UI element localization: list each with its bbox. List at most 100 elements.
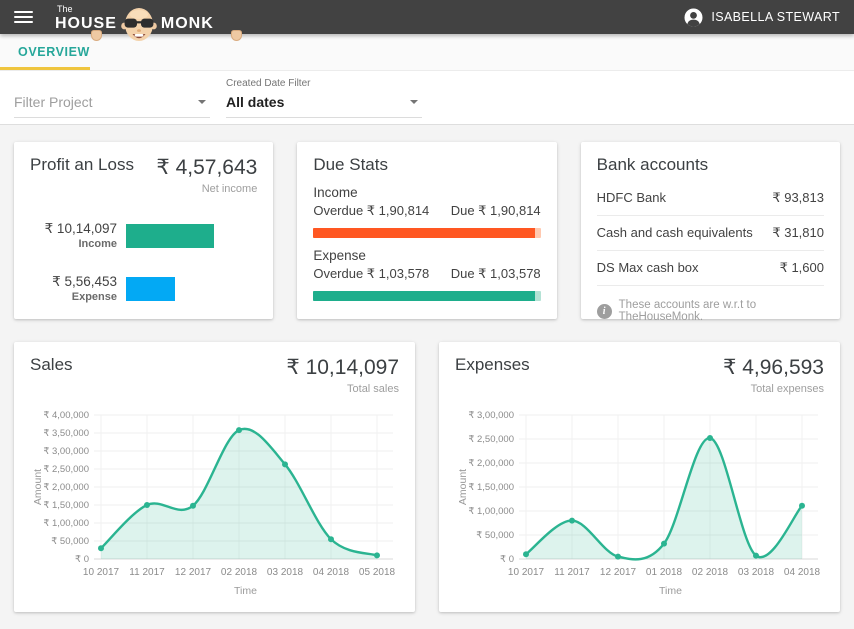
svg-text:₹ 50,000: ₹ 50,000 bbox=[51, 536, 89, 547]
brand-monk: MONK bbox=[161, 15, 214, 33]
due-expense-due: Due ₹ 1,03,578 bbox=[451, 266, 541, 282]
chevron-down-icon bbox=[198, 100, 206, 104]
svg-text:₹ 3,00,000: ₹ 3,00,000 bbox=[43, 446, 89, 457]
due-expense-overdue: Overdue ₹ 1,03,578 bbox=[313, 266, 429, 282]
date-filter-field: Created Date Filter All dates bbox=[226, 77, 422, 115]
svg-text:₹ 4,00,000: ₹ 4,00,000 bbox=[43, 410, 89, 421]
total-sales-label: Total sales bbox=[286, 383, 399, 395]
due-income-name: Income bbox=[313, 185, 540, 200]
sales-card: Sales ₹ 10,14,097 Total sales ₹ 0₹ 50,00… bbox=[14, 342, 415, 612]
bank-account-row: Cash and cash equivalents ₹ 31,810 bbox=[597, 216, 824, 251]
due-income-due: Due ₹ 1,90,814 bbox=[451, 203, 541, 219]
svg-text:03 2018: 03 2018 bbox=[267, 567, 304, 578]
project-filter-select[interactable]: Filter Project bbox=[14, 90, 210, 118]
svg-text:Amount: Amount bbox=[32, 469, 44, 505]
bank-accounts-note: i These accounts are w.r.t to TheHouseMo… bbox=[597, 299, 824, 323]
expense-value: ₹ 5,56,453 bbox=[30, 274, 117, 290]
due-expense-section: Expense Overdue ₹ 1,03,578 Due ₹ 1,03,57… bbox=[313, 248, 540, 301]
brand-the: The bbox=[57, 5, 117, 14]
total-expenses-label: Total expenses bbox=[723, 383, 824, 395]
due-income-section: Income Overdue ₹ 1,90,814 Due ₹ 1,90,814 bbox=[313, 185, 540, 238]
svg-text:₹ 3,00,000: ₹ 3,00,000 bbox=[468, 410, 514, 421]
filter-bar: Filter Project Created Date Filter All d… bbox=[0, 71, 854, 125]
monk-face-icon bbox=[121, 0, 157, 34]
svg-text:12 2017: 12 2017 bbox=[175, 567, 212, 578]
svg-text:₹ 1,00,000: ₹ 1,00,000 bbox=[468, 506, 514, 517]
bank-accounts-title: Bank accounts bbox=[597, 155, 824, 175]
brand-text: The HOUSE bbox=[55, 0, 117, 32]
monk-hand-icon bbox=[231, 30, 242, 41]
svg-text:Time: Time bbox=[234, 585, 257, 597]
svg-text:₹ 0: ₹ 0 bbox=[500, 554, 514, 565]
due-stats-card: Due Stats Income Overdue ₹ 1,90,814 Due … bbox=[297, 142, 556, 319]
tab-active-indicator bbox=[0, 67, 90, 70]
svg-text:₹ 50,000: ₹ 50,000 bbox=[476, 530, 514, 541]
svg-text:04 2018: 04 2018 bbox=[784, 567, 821, 578]
date-filter-select[interactable]: All dates bbox=[226, 90, 422, 118]
due-expense-name: Expense bbox=[313, 248, 540, 263]
svg-text:12 2017: 12 2017 bbox=[600, 567, 637, 578]
due-expense-progressbar bbox=[313, 291, 540, 301]
due-stats-title: Due Stats bbox=[313, 155, 540, 175]
profit-loss-card: Profit an Loss ₹ 4,57,643 Net income ₹ 1… bbox=[14, 142, 273, 319]
svg-text:10 2017: 10 2017 bbox=[83, 567, 120, 578]
svg-text:₹ 2,50,000: ₹ 2,50,000 bbox=[468, 434, 514, 445]
total-sales-value: ₹ 10,14,097 bbox=[286, 355, 399, 380]
svg-text:01 2018: 01 2018 bbox=[646, 567, 683, 578]
expenses-chart[interactable]: ₹ 0 ₹ 50,000 ₹ 1,00,000 ₹ 1,50,000 ₹ 2,00,00… bbox=[455, 403, 824, 603]
expenses-card: Expenses ₹ 4,96,593 Total expenses ₹ 0₹ … bbox=[439, 342, 840, 612]
date-filter-label: Created Date Filter bbox=[226, 77, 422, 90]
bank-accounts-card: Bank accounts HDFC Bank ₹ 93,813 Cash an… bbox=[581, 142, 840, 319]
expenses-title: Expenses bbox=[455, 355, 530, 375]
expense-bar-row: ₹ 5,56,453 Expense bbox=[30, 274, 257, 303]
bank-account-name: DS Max cash box bbox=[597, 260, 699, 276]
income-label: Income bbox=[30, 238, 117, 250]
sales-chart[interactable]: ₹ 0₹ 50,000₹ 1,00,000₹ 1,50,000₹ 2,00,00… bbox=[30, 403, 399, 603]
project-filter-placeholder: Filter Project bbox=[14, 94, 93, 110]
svg-text:₹ 2,00,000: ₹ 2,00,000 bbox=[43, 482, 89, 493]
svg-text:Time: Time bbox=[659, 585, 682, 597]
income-value: ₹ 10,14,097 bbox=[30, 221, 117, 237]
svg-text:04 2018: 04 2018 bbox=[313, 567, 350, 578]
bank-accounts-note-text: These accounts are w.r.t to TheHouseMonk… bbox=[619, 299, 824, 323]
total-expenses-value: ₹ 4,96,593 bbox=[723, 355, 824, 380]
svg-text:₹ 2,50,000: ₹ 2,50,000 bbox=[43, 464, 89, 475]
svg-text:10 2017: 10 2017 bbox=[508, 567, 545, 578]
svg-text:05 2018: 05 2018 bbox=[359, 567, 396, 578]
svg-text:₹ 1,50,000: ₹ 1,50,000 bbox=[468, 482, 514, 493]
bank-account-amount: ₹ 93,813 bbox=[772, 190, 824, 206]
project-filter-field: Filter Project bbox=[14, 77, 210, 115]
monk-hand-icon bbox=[91, 30, 102, 41]
hamburger-menu-icon[interactable] bbox=[14, 11, 33, 24]
chevron-down-icon bbox=[410, 100, 418, 104]
net-income-label: Net income bbox=[156, 183, 257, 195]
profit-loss-title: Profit an Loss bbox=[30, 155, 134, 175]
income-bar-row: ₹ 10,14,097 Income bbox=[30, 221, 257, 250]
expense-bar bbox=[126, 277, 175, 301]
svg-text:Amount: Amount bbox=[457, 469, 469, 505]
expense-label: Expense bbox=[30, 291, 117, 303]
svg-text:₹ 1,00,000: ₹ 1,00,000 bbox=[43, 518, 89, 529]
date-filter-value: All dates bbox=[226, 94, 284, 110]
svg-text:03 2018: 03 2018 bbox=[738, 567, 775, 578]
svg-text:11 2017: 11 2017 bbox=[554, 567, 590, 578]
bank-account-amount: ₹ 31,810 bbox=[772, 225, 824, 241]
svg-text:11 2017: 11 2017 bbox=[129, 567, 165, 578]
brand-house: HOUSE bbox=[55, 16, 117, 32]
svg-text:02 2018: 02 2018 bbox=[692, 567, 729, 578]
bank-account-row: HDFC Bank ₹ 93,813 bbox=[597, 181, 824, 216]
bank-account-row: DS Max cash box ₹ 1,600 bbox=[597, 251, 824, 286]
sales-title: Sales bbox=[30, 355, 73, 375]
svg-text:₹ 2,00,000: ₹ 2,00,000 bbox=[468, 458, 514, 469]
bank-account-name: HDFC Bank bbox=[597, 190, 666, 206]
net-income-value: ₹ 4,57,643 bbox=[156, 155, 257, 180]
avatar-icon bbox=[684, 8, 703, 27]
income-bar bbox=[126, 224, 214, 248]
svg-text:₹ 1,50,000: ₹ 1,50,000 bbox=[43, 500, 89, 511]
bank-account-name: Cash and cash equivalents bbox=[597, 225, 753, 241]
topbar: The HOUSE MONK bbox=[0, 0, 854, 34]
bank-account-amount: ₹ 1,600 bbox=[780, 260, 824, 276]
user-menu[interactable]: ISABELLA STEWART bbox=[684, 8, 840, 27]
user-name: ISABELLA STEWART bbox=[711, 10, 840, 24]
due-income-overdue: Overdue ₹ 1,90,814 bbox=[313, 203, 429, 219]
